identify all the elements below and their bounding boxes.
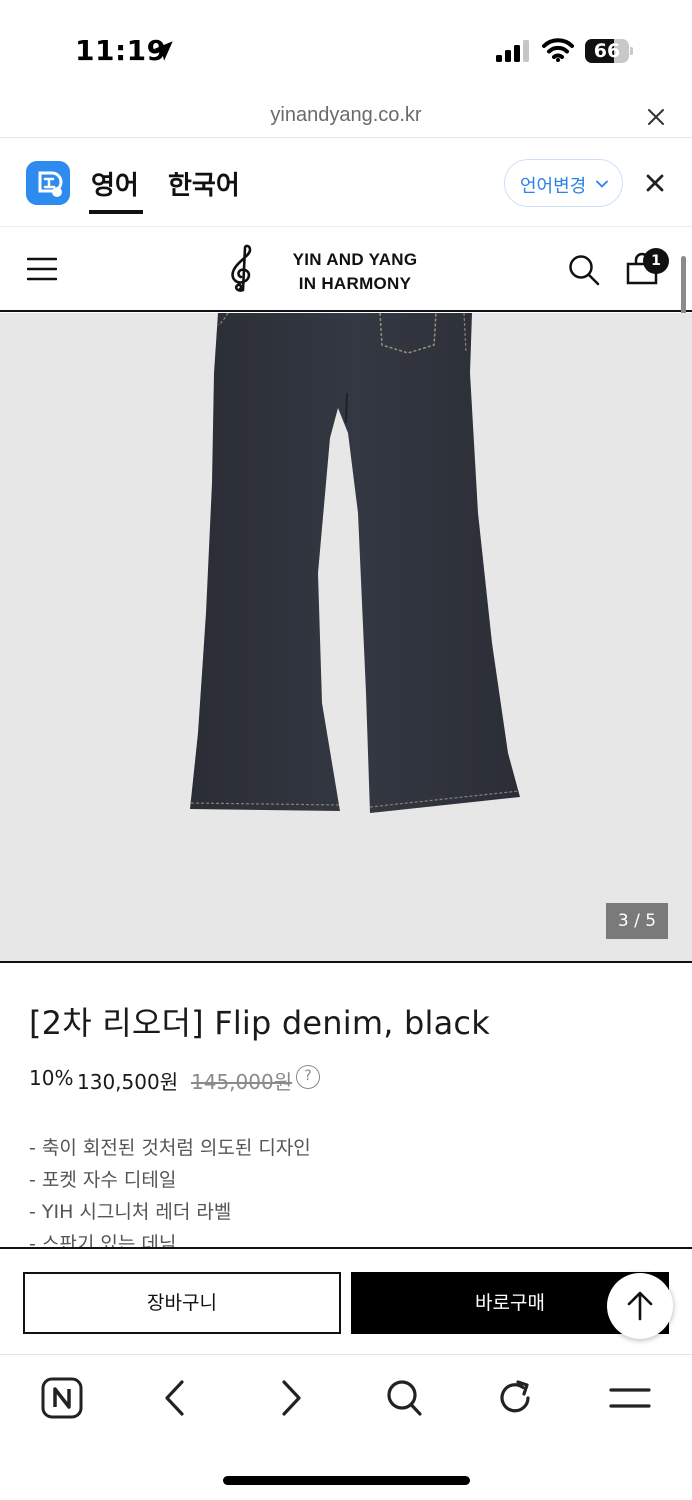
scroll-to-top-button[interactable] [607, 1273, 673, 1339]
chevron-down-icon [596, 180, 608, 188]
product-title: [2차 리오더] Flip denim, black [29, 1004, 490, 1042]
close-icon[interactable] [645, 173, 665, 193]
arrow-up-icon [627, 1291, 653, 1321]
description-item: - YIH 시그니처 레더 라벨 [29, 1201, 232, 1223]
menu-icon[interactable] [27, 256, 57, 282]
naver-home-icon[interactable] [40, 1376, 84, 1420]
help-icon[interactable]: ? [296, 1065, 320, 1089]
image-counter: 3 / 5 [606, 903, 668, 939]
back-icon[interactable] [154, 1376, 198, 1420]
signal-icon [496, 40, 529, 62]
url-domain[interactable]: yinandyang.co.kr [0, 104, 692, 127]
add-to-cart-button[interactable]: 장바구니 [23, 1272, 341, 1334]
purchase-bar: 장바구니 바로구매 [0, 1247, 692, 1355]
logo-line-1: YIN AND YANG [292, 250, 418, 269]
home-indicator[interactable] [223, 1476, 470, 1485]
original-price: 145,000원 [191, 1070, 293, 1094]
search-icon[interactable] [567, 253, 601, 287]
product-photo-jeans [190, 313, 520, 813]
tab-korean[interactable]: 한국어 [168, 165, 240, 202]
change-language-label: 언어변경 [520, 176, 587, 197]
url-bar[interactable]: yinandyang.co.kr [0, 96, 692, 138]
tab-english[interactable]: 영어 [91, 165, 139, 202]
sale-price: 130,500원 [77, 1070, 179, 1094]
description-item: - 축이 회전된 것처럼 의도된 디자인 [29, 1137, 311, 1159]
product-description: - 축이 회전된 것처럼 의도된 디자인 - 포켓 자수 디테일 - YIH 시… [29, 1132, 311, 1248]
battery-percent: 66 [593, 40, 621, 62]
translate-bar: 영어 한국어 언어변경 [0, 139, 692, 227]
site-header: YIN AND YANG IN HARMONY 1 [0, 228, 692, 312]
battery-indicator: 66 [585, 39, 633, 63]
discount-rate: 10% [29, 1066, 74, 1090]
treble-clef-logo-icon[interactable] [226, 244, 258, 294]
logo-line-2: IN HARMONY [298, 274, 412, 293]
description-item: - 스판기 있는 데님 [29, 1233, 177, 1248]
close-icon[interactable] [645, 106, 667, 128]
location-arrow-icon [153, 41, 173, 61]
product-image-gallery[interactable]: 3 / 5 [0, 313, 692, 963]
browser-toolbar [0, 1356, 692, 1500]
status-bar: 11:19 66 [0, 0, 692, 96]
forward-icon[interactable] [268, 1376, 312, 1420]
change-language-button[interactable]: 언어변경 [504, 159, 623, 207]
cart-count-badge: 1 [643, 248, 669, 274]
menu-icon[interactable] [608, 1376, 652, 1420]
search-icon[interactable] [382, 1376, 426, 1420]
refresh-icon[interactable] [494, 1376, 538, 1420]
site-logo-text[interactable]: YIN AND YANG IN HARMONY [280, 248, 430, 296]
wifi-icon [542, 38, 574, 62]
translate-logo-icon [26, 161, 70, 205]
description-item: - 포켓 자수 디테일 [29, 1169, 177, 1191]
active-tab-underline [89, 210, 143, 214]
